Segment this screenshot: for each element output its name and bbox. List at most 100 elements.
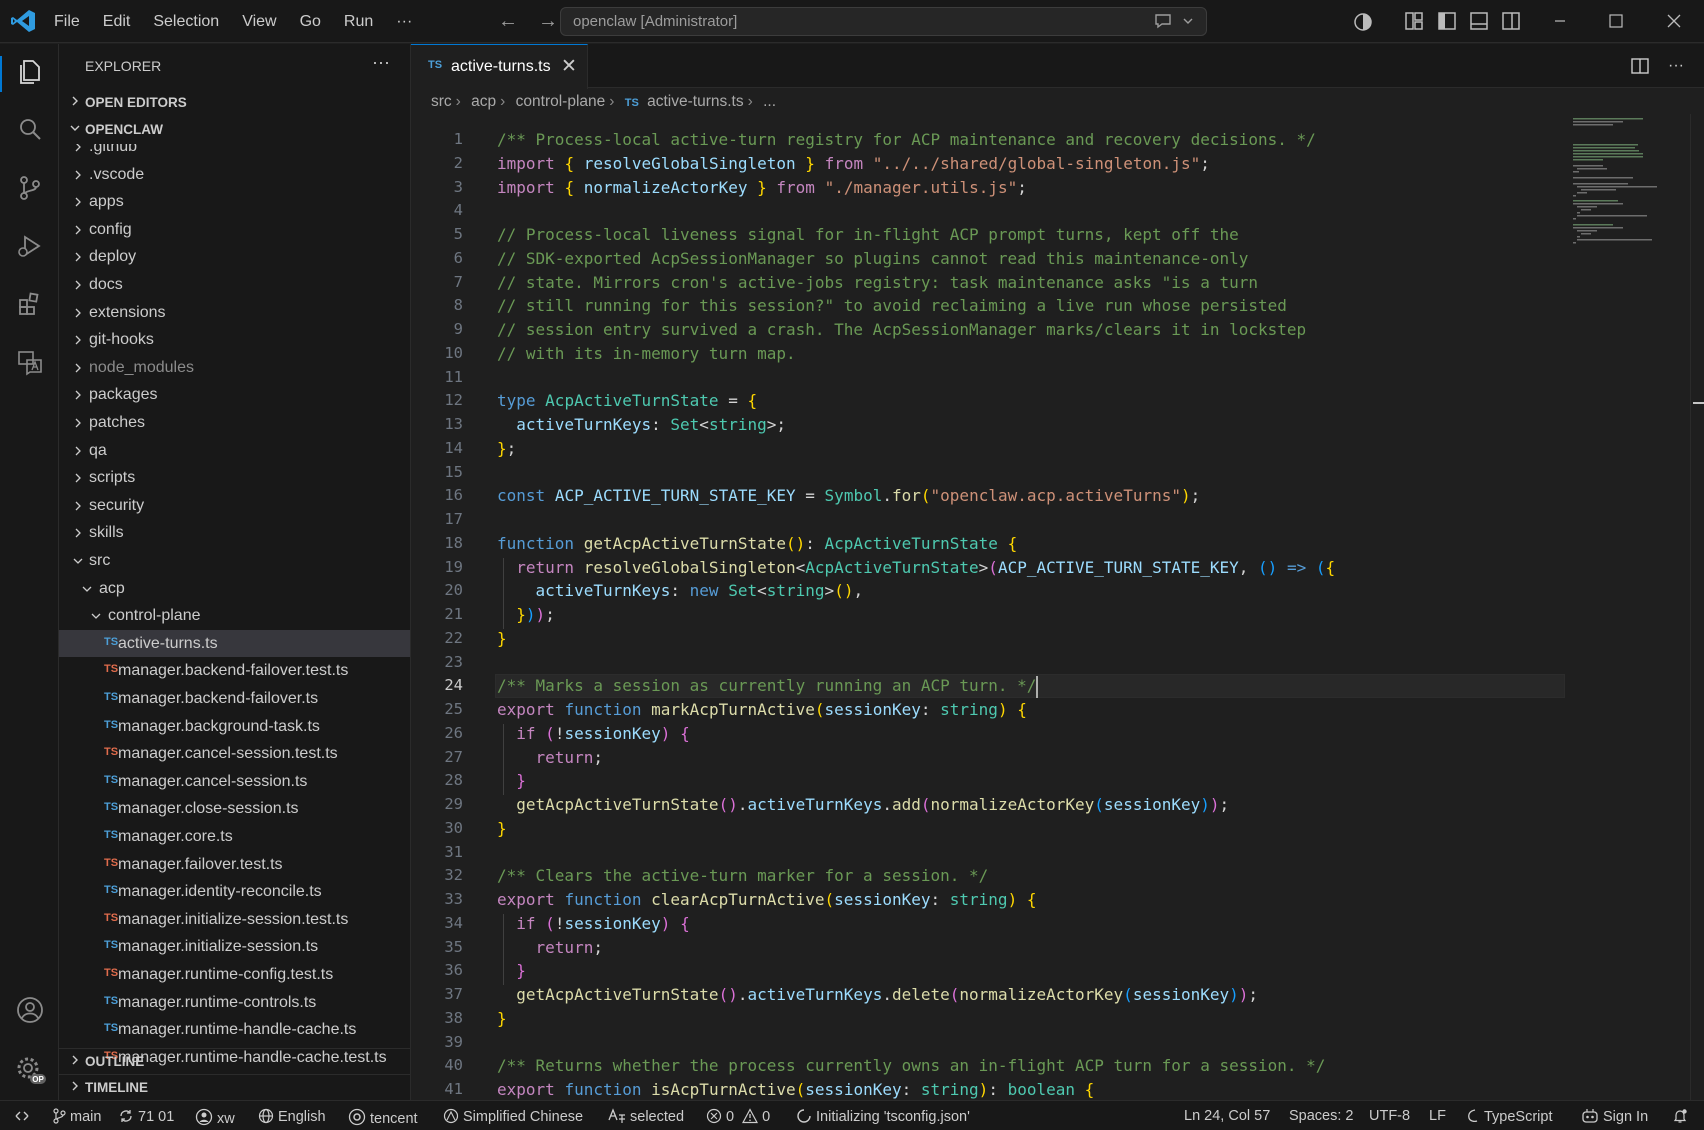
tree-file[interactable]: TS manager.identity-reconcile.ts [59,878,410,906]
tree-folder[interactable]: extensions [59,299,410,327]
minimap[interactable] [1573,114,1663,314]
tree-file[interactable]: TS manager.core.ts [59,823,410,851]
code-line[interactable]: return; [497,938,603,957]
code-line[interactable]: return resolveGlobalSingleton<AcpActiveT… [497,558,1335,577]
tree-folder[interactable]: security [59,492,410,520]
forward-arrow-icon[interactable]: → [538,10,558,32]
breadcrumb-item[interactable]: control-plane [516,93,606,110]
tree-folder[interactable]: packages [59,381,410,409]
tree-file[interactable]: TS manager.runtime-controls.ts [59,989,410,1017]
split-editor-icon[interactable] [1630,56,1650,76]
tree-folder[interactable]: patches [59,409,410,437]
code-line[interactable]: /** Marks a session as currently running… [497,676,1036,695]
code-line[interactable]: type AcpActiveTurnState = { [497,391,757,410]
translate-icon[interactable] [14,346,46,378]
tree-folder[interactable]: deploy [59,243,410,271]
menu-view[interactable]: View [242,13,276,31]
accounts-icon[interactable] [14,994,46,1026]
tree-file[interactable]: TS manager.initialize-session.test.ts [59,906,410,934]
tree-file[interactable]: TS manager.backend-failover.test.ts [59,657,410,685]
tree-folder[interactable]: config [59,216,410,244]
menu-edit[interactable]: Edit [103,13,131,31]
manage-gear-icon[interactable]: OP [14,1054,46,1086]
close-tab-icon[interactable]: ✕ [561,55,577,78]
tree-folder[interactable]: .vscode [59,161,410,189]
encoding-status[interactable]: UTF-8 [1369,1108,1410,1124]
code-line[interactable]: } [497,961,526,980]
code-line[interactable]: import { normalizeActorKey } from "./man… [497,178,1027,197]
account-status[interactable]: xw [195,1108,235,1127]
code-line[interactable]: // state. Mirrors cron's active-jobs reg… [497,273,1258,292]
tree-folder[interactable]: docs [59,271,410,299]
cloud-status[interactable]: tencent [348,1108,418,1127]
code-line[interactable]: })); [497,605,555,624]
sign-in-status[interactable]: Sign In [1581,1108,1648,1125]
workspace-section[interactable]: OPENCLAW [59,117,410,143]
tree-file[interactable]: TS manager.initialize-session.ts [59,933,410,961]
menu-selection[interactable]: Selection [153,13,219,31]
back-arrow-icon[interactable]: ← [498,10,518,32]
code-line[interactable]: /** Process-local active-turn registry f… [497,130,1316,149]
notifications-bell-icon[interactable] [1672,1108,1692,1125]
breadcrumb-item[interactable]: src [431,93,452,110]
toggle-secondary-sidebar-icon[interactable] [1501,11,1521,33]
tree-folder[interactable]: .github [59,144,410,161]
cursor-position-status[interactable]: Ln 24, Col 57 [1184,1108,1270,1124]
code-line[interactable]: } [497,1009,507,1028]
toggle-primary-sidebar-icon[interactable] [1437,11,1457,33]
sync-status[interactable]: 71 01 [118,1108,174,1125]
command-center[interactable]: openclaw [Administrator] [560,7,1207,36]
tree-folder[interactable]: node_modules [59,354,410,382]
code-line[interactable]: activeTurnKeys: Set<string>; [497,415,786,434]
menu-file[interactable]: File [54,13,80,31]
code-line[interactable]: export function markAcpTurnActive(sessio… [497,700,1027,719]
tree-file[interactable]: TS manager.close-session.ts [59,795,410,823]
customize-layout-icon[interactable] [1404,11,1424,33]
code-line[interactable]: /** Clears the active-turn marker for a … [497,866,988,885]
indentation-status[interactable]: Spaces: 2 [1289,1108,1354,1124]
tree-file[interactable]: TS manager.runtime-config.test.ts [59,961,410,989]
task-status[interactable]: Initializing 'tsconfig.json' [796,1108,970,1125]
toggle-panel-icon[interactable] [1469,11,1489,33]
code-line[interactable]: // still running for this session?" to a… [497,296,1287,315]
tab-active-turns[interactable]: TS active-turns.ts ✕ [411,44,588,89]
menu-go[interactable]: Go [300,13,321,31]
branch-status[interactable]: main [52,1108,101,1125]
code-line[interactable]: // SDK-exported AcpSessionManager so plu… [497,249,1248,268]
tree-file[interactable]: TS manager.failover.test.ts [59,851,410,879]
code-view[interactable]: 1 /** Process-local active-turn registry … [411,114,1601,1100]
code-line[interactable]: if (!sessionKey) { [497,724,689,743]
tree-folder[interactable]: src [59,547,410,575]
code-line[interactable]: getAcpActiveTurnState().activeTurnKeys.d… [497,985,1258,1004]
chat-dropdown-icon[interactable] [1152,11,1196,36]
code-line[interactable]: /** Returns whether the process currentl… [497,1056,1325,1075]
code-line[interactable]: } [497,819,507,838]
problems-status[interactable]: 00 [706,1108,770,1125]
timeline-section[interactable]: TIMELINE [59,1074,410,1100]
tree-file[interactable]: TS manager.cancel-session.test.ts [59,740,410,768]
run-debug-icon[interactable] [14,230,46,262]
editor-more-icon[interactable]: ··· [1668,57,1684,74]
tree-folder[interactable]: control-plane [59,602,410,630]
language-mode-status[interactable]: TypeScript [1466,1108,1553,1125]
tree-folder[interactable]: apps [59,188,410,216]
code-line[interactable]: getAcpActiveTurnState().activeTurnKeys.a… [497,795,1229,814]
close-window-icon[interactable] [1664,11,1684,33]
tree-folder[interactable]: skills [59,519,410,547]
breadcrumb-item[interactable]: ... [763,93,776,110]
translate-status[interactable]: Simplified Chinese [443,1108,583,1125]
sidebar-more-button[interactable]: ··· [372,52,390,73]
tree-folder[interactable]: git-hooks [59,326,410,354]
code-line[interactable]: // session entry survived a crash. The A… [497,320,1306,339]
language-pack-status[interactable]: English [258,1108,326,1125]
remote-icon[interactable] [14,1108,34,1125]
code-line[interactable]: if (!sessionKey) { [497,914,689,933]
selection-translate-status[interactable]: selected [608,1108,684,1125]
code-line[interactable]: export function clearAcpTurnActive(sessi… [497,890,1036,909]
tree-file[interactable]: TS manager.backend-failover.ts [59,685,410,713]
extensions-icon[interactable] [14,288,46,320]
breadcrumb-item[interactable]: acp [471,93,496,110]
code-line[interactable]: activeTurnKeys: new Set<string>(), [497,581,864,600]
tree-folder[interactable]: scripts [59,464,410,492]
code-line[interactable]: } [497,771,526,790]
